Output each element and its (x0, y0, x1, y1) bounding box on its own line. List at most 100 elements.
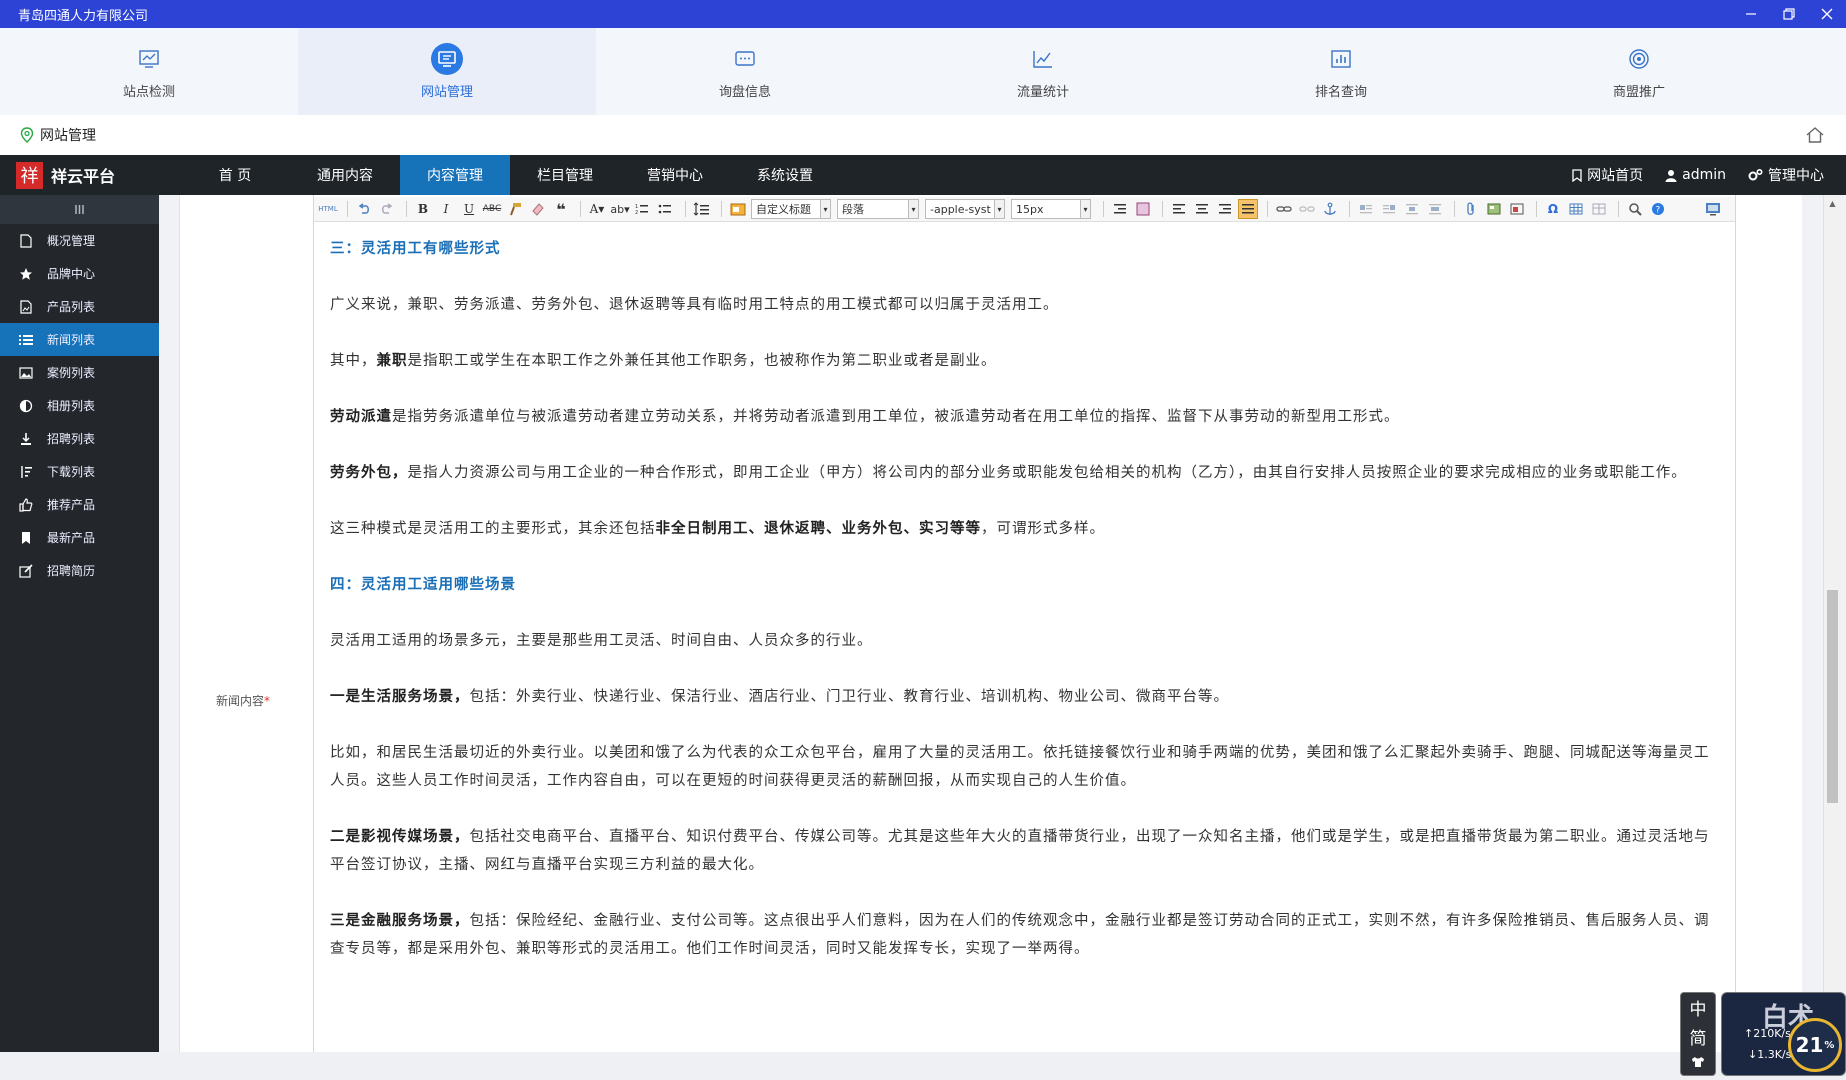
bottom-bar (0, 1052, 1846, 1080)
topnav-inquiry[interactable]: 询盘信息 (596, 28, 894, 115)
scrollbar-thumb[interactable] (1827, 590, 1838, 803)
bold-run: 兼职 (376, 353, 408, 369)
minimize-icon[interactable] (1732, 0, 1770, 28)
image-file-icon (18, 299, 34, 315)
breadcrumb: 网站管理 (0, 115, 1846, 155)
topnav-site-manage[interactable]: 网站管理 (298, 28, 596, 115)
monitor-icon (431, 43, 463, 75)
editor-document[interactable]: 三：灵活用工有哪些形式 广义来说，兼职、劳务派遣、劳务外包、退休返聘等具有临时用… (330, 205, 1724, 991)
picture-icon (18, 365, 34, 381)
admin-center-label: 管理中心 (1768, 168, 1824, 184)
sidebar-item-recommended[interactable]: 推荐产品 (0, 488, 159, 521)
user-link[interactable]: admin (1665, 167, 1726, 183)
download-icon (18, 431, 34, 447)
bold-run: 二是影视传媒场景， (330, 829, 470, 845)
field-label-news-content: 新闻内容* (216, 692, 270, 709)
sidebar-item-downloads[interactable]: 下载列表 (0, 455, 159, 488)
paragraph: 二是影视传媒场景，包括社交电商平台、直播平台、知识付费平台、传媒公司等。尤其是这… (330, 823, 1724, 879)
breadcrumb-text: 网站管理 (40, 128, 96, 144)
sidebar-item-label: 案例列表 (47, 366, 96, 380)
location-pin-icon (20, 127, 34, 143)
sidebar-item-albums[interactable]: 相册列表 (0, 389, 159, 422)
text-run: 其中， (330, 353, 377, 369)
scroll-up-icon[interactable]: ▲ (1824, 195, 1841, 211)
sidebar-item-cases[interactable]: 案例列表 (0, 356, 159, 389)
bold-run: 三是金融服务场景， (330, 913, 470, 929)
section-heading: 四：灵活用工适用哪些场景 (330, 577, 516, 593)
paragraph: 劳动派遣是指劳务派遣单位与被派遣劳动者建立劳动关系，并将劳动者派遣到用工单位，被… (330, 403, 1724, 431)
topnav-site-check[interactable]: 站点检测 (0, 28, 298, 115)
chat-icon (729, 43, 761, 75)
sidebar-item-label: 下载列表 (47, 465, 96, 479)
text-run: 是指职工或学生在本职工作之外兼任其他工作职务，也被称作为第二职业或者是副业。 (407, 353, 997, 369)
home-icon[interactable] (1806, 127, 1824, 143)
window-title: 青岛四通人力有限公司 (18, 8, 149, 24)
sidebar-item-label: 新闻列表 (47, 333, 96, 347)
main-nav: 祥 祥云平台 首 页 通用内容 内容管理 栏目管理 营销中心 系统设置 网站首页… (0, 155, 1846, 195)
cpu-usage-ring: 21% (1788, 1018, 1842, 1072)
menu-item-general[interactable]: 通用内容 (290, 155, 400, 195)
clipped-line (330, 195, 1724, 207)
form-panel: 新闻内容* HTML B I U ABC ❝ A▾ ab▾ 12 自定义标题 ▾… (179, 195, 1802, 1052)
brand-name: 祥云平台 (51, 167, 116, 186)
topnav-label: 网站管理 (420, 85, 473, 100)
sidebar-item-label: 相册列表 (47, 399, 96, 413)
topnav-label: 排名查询 (1314, 85, 1367, 100)
text-run: ，可谓形式多样。 (981, 521, 1105, 537)
sidebar-item-label: 招聘简历 (47, 564, 96, 578)
menu-item-home[interactable]: 首 页 (180, 155, 290, 195)
gears-icon (1748, 168, 1763, 181)
topnav-traffic[interactable]: 流量统计 (894, 28, 1192, 115)
star-icon (18, 266, 34, 282)
bookmark-icon (1572, 168, 1582, 182)
upload-speed-value: 210K/s (1753, 1027, 1791, 1040)
sidebar-item-label: 推荐产品 (47, 498, 96, 512)
sidebar-item-overview[interactable]: 概况管理 (0, 224, 159, 257)
nav-right: 网站首页 admin 管理中心 (1572, 155, 1846, 195)
paragraph: 三是金融服务场景，包括：保险经纪、金融行业、支付公司等。这点很出乎人们意料，因为… (330, 907, 1724, 963)
brand-logo: 祥 (16, 161, 43, 189)
sidebar-item-label: 概况管理 (47, 234, 96, 248)
paragraph: 灵活用工适用的场景多元，主要是那些用工灵活、时间自由、人员众多的行业。 (330, 633, 873, 649)
paragraph: 一是生活服务场景，包括：外卖行业、快递行业、保洁行业、酒店行业、门卫行业、教育行… (330, 683, 1724, 711)
close-icon[interactable] (1808, 0, 1846, 28)
topnav-ranking[interactable]: 排名查询 (1192, 28, 1490, 115)
percent-sign: % (1824, 1039, 1835, 1051)
sidebar-item-jobs[interactable]: 招聘列表 (0, 422, 159, 455)
menu-item-marketing[interactable]: 营销中心 (620, 155, 730, 195)
main-area: 新闻内容* HTML B I U ABC ❝ A▾ ab▾ 12 自定义标题 ▾… (159, 195, 1846, 1052)
user-name: admin (1682, 167, 1726, 183)
document-icon (18, 233, 34, 249)
sidebar-item-news[interactable]: 新闻列表 (0, 323, 159, 356)
ime-widget[interactable]: 中 简 (1680, 992, 1716, 1076)
sidebar-item-brand[interactable]: 品牌中心 (0, 257, 159, 290)
menu-item-settings[interactable]: 系统设置 (730, 155, 840, 195)
main-menu: 首 页 通用内容 内容管理 栏目管理 营销中心 系统设置 (180, 155, 840, 195)
vertical-scrollbar[interactable]: ▲ (1823, 195, 1841, 1052)
edit-icon (18, 563, 34, 579)
download-speed-value: 1.3K/s (1757, 1048, 1792, 1061)
bold-run: 一是生活服务场景， (330, 689, 470, 705)
line-chart-icon (1027, 43, 1059, 75)
sidebar-toggle[interactable] (0, 195, 159, 224)
admin-center-link[interactable]: 管理中心 (1748, 165, 1824, 185)
ime-script: 简 (1689, 1029, 1707, 1049)
topnav-alliance[interactable]: 商盟推广 (1490, 28, 1788, 115)
network-speed-widget[interactable]: 白术 ↑210K/s ↓1.3K/s 21% (1721, 992, 1846, 1076)
restore-icon[interactable] (1770, 0, 1808, 28)
window-titlebar: 青岛四通人力有限公司 (0, 0, 1846, 28)
sidebar-item-latest[interactable]: 最新产品 (0, 521, 159, 554)
half-circle-icon (18, 398, 34, 414)
site-home-link[interactable]: 网站首页 (1572, 165, 1643, 185)
window-controls (1732, 0, 1846, 28)
paragraph: 这三种模式是灵活用工的主要形式，其余还包括非全日制用工、退休返聘、业务外包、实习… (330, 515, 1724, 543)
topnav-label: 流量统计 (1016, 85, 1069, 100)
sidebar-item-products[interactable]: 产品列表 (0, 290, 159, 323)
sidebar-item-resumes[interactable]: 招聘简历 (0, 554, 159, 587)
menu-item-content[interactable]: 内容管理 (400, 155, 510, 195)
text-run: 是指劳务派遣单位与被派遣劳动者建立劳动关系，并将劳动者派遣到用工单位，被派遣劳动… (392, 409, 1400, 425)
text-run: 是指人力资源公司与用工企业的一种合作形式，即用工企业（甲方）将公司内的部分业务或… (407, 465, 1687, 481)
brand: 祥 祥云平台 (0, 155, 160, 195)
rich-text-editor[interactable]: HTML B I U ABC ❝ A▾ ab▾ 12 自定义标题 ▾ 段落 ▾ … (313, 195, 1736, 1052)
menu-item-columns[interactable]: 栏目管理 (510, 155, 620, 195)
